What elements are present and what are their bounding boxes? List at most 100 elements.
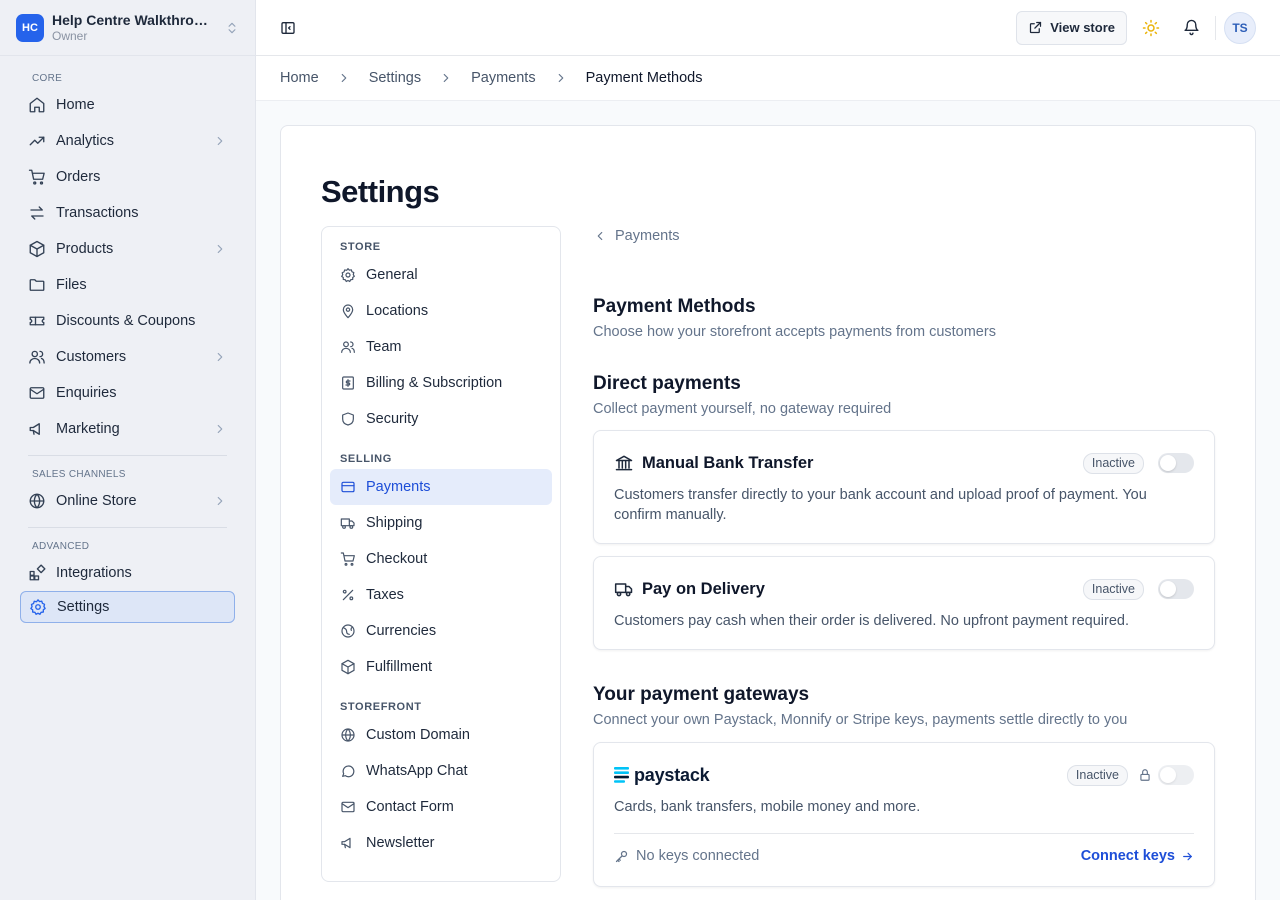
settings-item-currencies[interactable]: Currencies [330, 613, 552, 649]
users-icon [29, 350, 45, 364]
settings-item-shipping[interactable]: Shipping [330, 505, 552, 541]
payment-card-bank-transfer: Manual Bank Transfer Inactive Customers … [593, 430, 1215, 544]
bank-icon [615, 455, 633, 471]
paystack-logo: paystack [614, 764, 710, 786]
sidebar-item-transactions[interactable]: Transactions [20, 195, 235, 231]
sidebar-item-files[interactable]: Files [20, 267, 235, 303]
megaphone-icon [341, 837, 351, 849]
chevron-right-icon [443, 73, 449, 83]
settings-item-checkout[interactable]: Checkout [330, 541, 552, 577]
settings-item-contact-form[interactable]: Contact Form [330, 789, 552, 825]
sidebar-item-label: Discounts & Coupons [56, 313, 196, 329]
pay-on-delivery-toggle[interactable] [1158, 579, 1194, 599]
section-desc-direct-payments: Collect payment yourself, no gateway req… [593, 401, 892, 417]
settings-item-label: Taxes [366, 587, 404, 603]
bank-transfer-toggle[interactable] [1158, 453, 1194, 473]
settings-item-label: WhatsApp Chat [366, 763, 468, 779]
map-pin-icon [342, 304, 354, 319]
settings-item-newsletter[interactable]: Newsletter [330, 825, 552, 861]
settings-item-payments[interactable]: Payments [330, 469, 552, 505]
theme-toggle-button[interactable] [1135, 12, 1167, 44]
sidebar-item-label: Analytics [56, 133, 115, 149]
settings-item-general[interactable]: General [330, 257, 552, 293]
folder-icon [29, 279, 45, 291]
settings-nav: STORE General Locations Team Billing & S… [321, 226, 561, 882]
sidebar-item-enquiries[interactable]: Enquiries [20, 375, 235, 411]
chevron-right-icon [217, 136, 223, 146]
sidebar-item-online-store[interactable]: Online Store [20, 483, 235, 519]
shield-icon [342, 412, 354, 426]
store-switcher[interactable]: HC Help Centre Walkthrough Owner [0, 0, 255, 56]
breadcrumb-home[interactable]: Home [280, 70, 319, 86]
sidebar-item-customers[interactable]: Customers [20, 339, 235, 375]
paystack-wordmark: paystack [634, 764, 710, 785]
settings-item-locations[interactable]: Locations [330, 293, 552, 329]
receipt-icon [342, 376, 354, 390]
nav-divider [28, 527, 227, 528]
sidebar-item-analytics[interactable]: Analytics [20, 123, 235, 159]
breadcrumb-payments[interactable]: Payments [471, 70, 535, 86]
payment-card-pay-on-delivery: Pay on Delivery Inactive Customers pay c… [593, 556, 1215, 650]
settings-group-selling: SELLING [340, 453, 392, 465]
credit-card-icon [341, 481, 355, 493]
paystack-toggle[interactable] [1158, 765, 1194, 785]
chat-bubble-icon [342, 765, 355, 778]
paystack-mark-icon [614, 767, 629, 783]
sidebar-item-label: Customers [56, 349, 127, 365]
payment-name: Pay on Delivery [642, 579, 765, 598]
sidebar-item-discounts[interactable]: Discounts & Coupons [20, 303, 235, 339]
settings-item-label: Checkout [366, 551, 428, 567]
settings-item-billing[interactable]: Billing & Subscription [330, 365, 552, 401]
sidebar-item-label: Settings [57, 599, 110, 615]
settings-item-fulfillment[interactable]: Fulfillment [330, 649, 552, 685]
paystack-keys-footer: No keys connected Connect keys [614, 833, 1194, 864]
chevron-right-icon [558, 73, 563, 83]
lock-icon [1140, 769, 1150, 781]
sidebar-item-label: Home [56, 97, 95, 113]
settings-item-whatsapp[interactable]: WhatsApp Chat [330, 753, 552, 789]
avatar[interactable]: TS [1224, 11, 1256, 44]
settings-item-taxes[interactable]: Taxes [330, 577, 552, 613]
breadcrumb: Home Settings Payments Payment Methods [256, 56, 1280, 101]
payment-card-paystack: paystack Inactive Cards, bank transfers,… [593, 742, 1215, 887]
cart-icon [28, 169, 45, 185]
settings-item-security[interactable]: Security [330, 401, 552, 437]
notifications-button[interactable] [1175, 12, 1207, 44]
sidebar-item-home[interactable]: Home [20, 87, 235, 123]
settings-item-custom-domain[interactable]: Custom Domain [330, 717, 552, 753]
sidebar-item-marketing[interactable]: Marketing [20, 411, 235, 447]
gear-icon [341, 268, 355, 283]
section-desc-payment-methods: Choose how your storefront accepts payme… [593, 324, 996, 340]
connect-keys-link[interactable]: Connect keys [1081, 848, 1194, 864]
users-icon [341, 341, 355, 353]
sidebar-item-products[interactable]: Products [20, 231, 235, 267]
back-to-payments-link[interactable]: Payments [593, 226, 1215, 246]
status-badge: Inactive [1066, 764, 1128, 786]
puzzle-blocks-icon [29, 564, 46, 581]
ticket-icon [29, 316, 45, 326]
settings-item-label: Fulfillment [366, 659, 433, 675]
chevron-right-icon [341, 73, 347, 83]
settings-item-label: Custom Domain [366, 727, 470, 743]
topbar-divider [1215, 15, 1216, 40]
sidebar-item-label: Enquiries [56, 385, 117, 401]
section-desc-gateways: Connect your own Paystack, Monnify or St… [593, 712, 1128, 728]
store-logo: HC [16, 13, 44, 42]
view-store-button[interactable]: View store [1016, 10, 1127, 45]
toggle-sidebar-button[interactable] [272, 12, 304, 44]
breadcrumb-current: Payment Methods [585, 70, 703, 86]
settings-item-label: Billing & Subscription [366, 375, 503, 391]
sidebar-item-settings[interactable]: Settings [20, 591, 235, 623]
settings-item-label: Shipping [366, 515, 423, 531]
external-link-icon [1030, 21, 1042, 34]
settings-group-storefront: STOREFRONT [340, 701, 422, 713]
sidebar-item-integrations[interactable]: Integrations [20, 555, 235, 591]
section-title-payment-methods: Payment Methods [593, 296, 756, 317]
settings-item-team[interactable]: Team [330, 329, 552, 365]
mail-icon [29, 387, 45, 399]
payment-desc: Customers pay cash when their order is d… [614, 613, 1130, 629]
breadcrumb-settings[interactable]: Settings [369, 70, 421, 86]
percent-icon [342, 589, 354, 601]
main-area: Settings STORE General Locations Team Bi… [256, 101, 1280, 900]
sidebar-item-orders[interactable]: Orders [20, 159, 235, 195]
